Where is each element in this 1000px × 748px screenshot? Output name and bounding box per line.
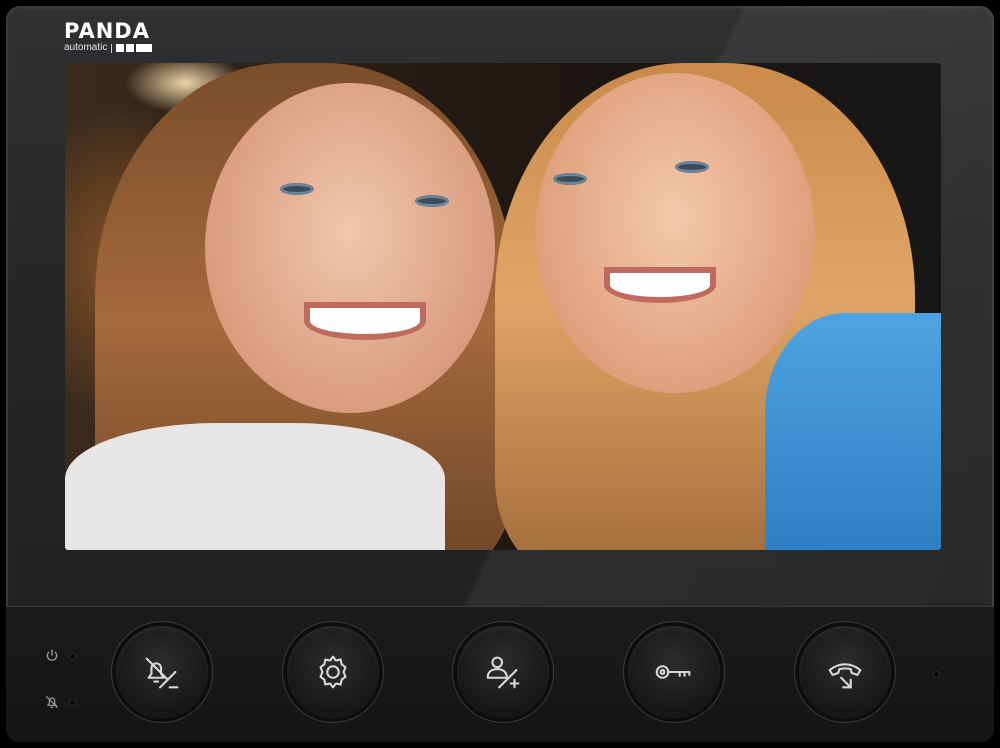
gear-icon xyxy=(319,655,347,689)
eye xyxy=(415,195,449,207)
contacts-volume-up-button[interactable] xyxy=(457,626,549,718)
bell-off-icon xyxy=(46,696,58,708)
mute-volume-down-button[interactable] xyxy=(116,626,208,718)
user-plus-icon xyxy=(486,656,520,689)
eye xyxy=(553,173,587,185)
video-screen[interactable] xyxy=(65,63,941,550)
status-led xyxy=(934,672,939,677)
power-led xyxy=(70,653,75,659)
person-right-shirt xyxy=(765,313,941,550)
unlock-button[interactable] xyxy=(628,626,720,718)
power-indicator xyxy=(44,648,75,664)
person-left-shirt xyxy=(65,423,445,550)
brand-logo: PANDA automatic xyxy=(64,19,153,53)
brand-sub: automatic xyxy=(64,42,153,53)
key-icon xyxy=(655,665,691,679)
mute-led xyxy=(70,699,75,705)
mute-indicator xyxy=(44,694,75,710)
power-icon xyxy=(46,649,58,661)
brand-tagline: automatic xyxy=(64,42,108,53)
settings-button[interactable] xyxy=(287,626,379,718)
smile xyxy=(310,308,420,334)
person-right-face xyxy=(535,73,815,393)
call-button[interactable] xyxy=(799,626,891,718)
eye xyxy=(675,161,709,173)
smile xyxy=(610,273,710,297)
eye xyxy=(280,183,314,195)
brand-bars-icon xyxy=(116,44,153,52)
handset-icon xyxy=(828,663,862,689)
bell-off-minus-icon xyxy=(145,657,179,689)
person-left-face xyxy=(205,83,495,413)
brand-name: PANDA xyxy=(64,19,150,43)
